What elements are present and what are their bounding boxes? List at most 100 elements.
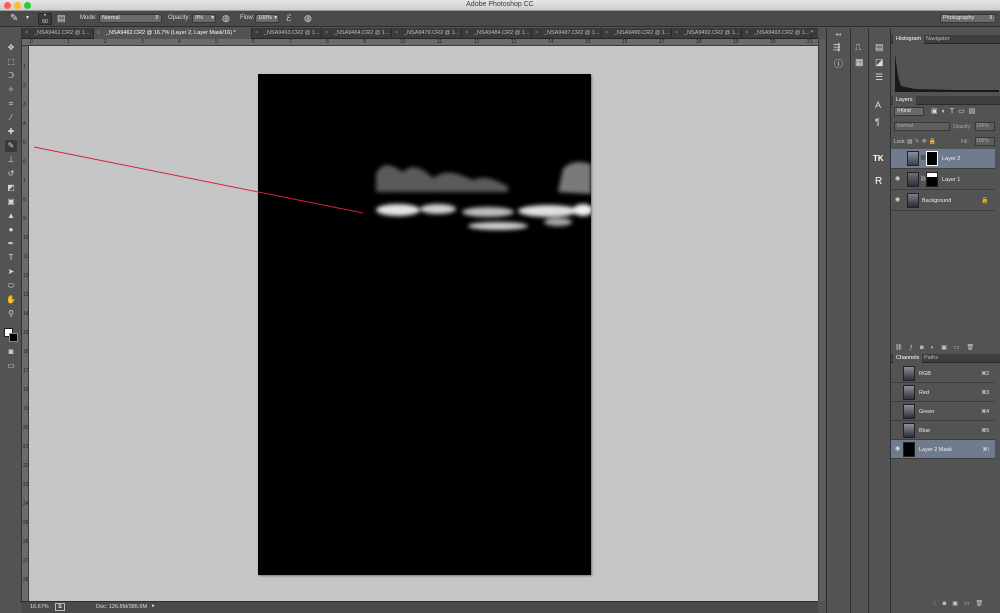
workspace-select[interactable]: Photography ⇕	[940, 14, 996, 23]
document-tab[interactable]: × _NSA9487.CR2 @ 1...	[532, 28, 602, 39]
brush-tool-icon[interactable]: ✎	[10, 13, 18, 24]
channel-row[interactable]: ◉ Layer 2 Mask ⌘\	[891, 440, 995, 459]
brush-preset-picker[interactable]: • 60	[38, 13, 52, 25]
move-tool-icon[interactable]: ✥	[5, 42, 17, 54]
eye-icon[interactable]: ◉	[895, 176, 901, 182]
eye-icon[interactable]: ◉	[895, 446, 901, 452]
close-icon[interactable]: ×	[465, 28, 468, 39]
blend-mode-select[interactable]: Normal	[894, 122, 950, 131]
tab-paths[interactable]: Paths	[921, 354, 941, 363]
collapse-arrows-icon[interactable]: ◂◂	[835, 31, 841, 38]
layer-filter-icons[interactable]: ▣◐T▭▤	[931, 107, 979, 115]
channel-row[interactable]: ▫ Blue ⌘5	[891, 421, 995, 440]
tab-histogram[interactable]: Histogram	[893, 35, 925, 44]
layer-mask-thumbnail[interactable]	[926, 172, 938, 187]
quick-mask-icon[interactable]: ◙	[5, 346, 17, 358]
paragraph-panel-icon[interactable]: ¶	[875, 117, 880, 127]
close-icon[interactable]: ×	[325, 28, 328, 39]
blur-tool-icon[interactable]: ▲	[5, 210, 17, 222]
fill-field[interactable]: 100%	[975, 137, 995, 146]
tab-navigator[interactable]: Navigator	[923, 35, 953, 44]
visibility-off-icon[interactable]	[896, 155, 902, 161]
close-icon[interactable]: ×	[675, 28, 678, 39]
brush-tool-icon[interactable]: ✎	[5, 140, 17, 152]
path-selection-tool-icon[interactable]: ➤	[5, 266, 17, 278]
eye-icon[interactable]: ◉	[895, 197, 901, 203]
clone-stamp-tool-icon[interactable]: ⊥	[5, 154, 17, 166]
pen-tool-icon[interactable]: ✒	[5, 238, 17, 250]
background-color-swatch[interactable]	[9, 333, 18, 342]
close-icon[interactable]: ×	[535, 28, 538, 39]
document-tab[interactable]: × _NSA9484.CR2 @ 1...	[462, 28, 532, 39]
gradient-tool-icon[interactable]: ▣	[5, 196, 17, 208]
close-icon[interactable]: ×	[25, 28, 28, 39]
hand-tool-icon[interactable]: ✋	[5, 294, 17, 306]
zoom-tool-icon[interactable]: ⚲	[5, 308, 17, 320]
tabs-overflow-icon[interactable]: »	[810, 29, 813, 35]
shape-tool-icon[interactable]: ⬭	[5, 280, 17, 292]
document-tab[interactable]: × _NSA9492.CR2 @ 1...	[672, 28, 742, 39]
healing-brush-tool-icon[interactable]: ✚	[5, 126, 17, 138]
channel-row[interactable]: ▫ Red ⌘3	[891, 383, 995, 402]
document-tab[interactable]: × _NSA9490.CR2 @ 1...	[602, 28, 672, 39]
mode-select[interactable]: Normal ⇕	[99, 14, 162, 23]
dodge-tool-icon[interactable]: ●	[5, 224, 17, 236]
tab-channels[interactable]: Channels	[893, 354, 923, 363]
styles-panel-icon[interactable]: ☰	[875, 72, 883, 83]
crop-tool-icon[interactable]: ⌗	[5, 98, 17, 110]
close-icon[interactable]: ×	[97, 28, 100, 39]
close-icon[interactable]: ×	[395, 28, 398, 39]
swatches-panel-icon[interactable]: ◪	[875, 57, 884, 68]
document-tab-active[interactable]: × _NSA9462.CR2 @ 16.7% (Layer 2, Layer Ma…	[94, 28, 252, 39]
info-panel-icon[interactable]: ⓘ	[834, 57, 843, 70]
pressure-size-icon[interactable]: ◍	[304, 13, 312, 24]
flow-field[interactable]: 100% ▾	[255, 14, 279, 23]
document-tab[interactable]: × _NSA9479.CR2 @ 1...	[392, 28, 462, 39]
channels-footer-icons[interactable]: ◌◙▣▭🗑	[933, 600, 989, 607]
document-tab[interactable]: × _NSA9493.CR2 @ 1...	[742, 28, 812, 39]
zoom-level[interactable]: 16.67%	[30, 604, 49, 610]
vertical-scrollbar[interactable]	[818, 39, 825, 601]
visibility-off-icon[interactable]: ▫	[895, 370, 901, 376]
layer-mask-thumbnail[interactable]	[926, 151, 938, 166]
quick-selection-tool-icon[interactable]: ✧	[5, 84, 17, 96]
close-icon[interactable]: ×	[605, 28, 608, 39]
visibility-off-icon[interactable]: ▫	[895, 408, 901, 414]
lasso-tool-icon[interactable]: ᑐ	[5, 70, 17, 82]
r-plugin-icon[interactable]: R	[875, 176, 882, 187]
layers-footer-icons[interactable]: ⛓ƒ◙◐▣▭🗑	[895, 344, 981, 351]
eyedropper-tool-icon[interactable]: ⁄	[5, 112, 17, 124]
close-icon[interactable]: ×	[745, 28, 748, 39]
layer-row[interactable]: ⛓ Layer 2	[891, 149, 995, 169]
history-brush-tool-icon[interactable]: ↺	[5, 168, 17, 180]
visibility-off-icon[interactable]: ▫	[895, 389, 901, 395]
properties-panel-icon[interactable]: ▦	[855, 57, 864, 68]
document-tab[interactable]: × _NSA9461.CR2 @ 1...	[22, 28, 94, 39]
opacity-field[interactable]: 9% ▾	[192, 14, 216, 23]
document-tab[interactable]: × _NSA9463.CR2 @ 1...	[252, 28, 322, 39]
layer-row[interactable]: ◉ ⛓ Layer 1	[891, 170, 995, 190]
layer-row[interactable]: ◉ Background 🔒	[891, 191, 995, 211]
channel-row[interactable]: ▫ RGB ⌘2	[891, 364, 995, 383]
share-icon[interactable]: ⧉	[55, 603, 65, 611]
adjustments-panel-icon[interactable]: ⎍	[855, 42, 861, 53]
brush-panel-icon[interactable]: ▤	[57, 13, 66, 24]
chevron-right-icon[interactable]: ▸	[152, 603, 155, 609]
brush-presets-panel-icon[interactable]: ▤	[875, 42, 884, 53]
channel-row[interactable]: ▫ Green ⌘4	[891, 402, 995, 421]
character-panel-icon[interactable]: A	[875, 100, 881, 110]
airbrush-icon[interactable]: ℰ	[286, 13, 291, 24]
visibility-off-icon[interactable]: ▫	[895, 427, 901, 433]
tk-plugin-icon[interactable]: TK	[873, 154, 884, 163]
tab-layers[interactable]: Layers	[893, 96, 916, 105]
layer-kind-filter[interactable]: ⚲Kind	[894, 107, 924, 116]
type-tool-icon[interactable]: T	[5, 252, 17, 264]
layer-opacity-field[interactable]: 100%	[975, 122, 995, 131]
chevron-down-icon[interactable]: ▾	[26, 14, 29, 21]
document-tab[interactable]: × _NSA9464.CR2 @ 1...	[322, 28, 392, 39]
pressure-opacity-icon[interactable]: ◍	[222, 13, 230, 24]
screen-mode-icon[interactable]: ▭	[5, 360, 17, 372]
history-panel-icon[interactable]: ⇶	[833, 42, 841, 53]
eraser-tool-icon[interactable]: ◩	[5, 182, 17, 194]
marquee-tool-icon[interactable]: ⬚	[5, 56, 17, 68]
